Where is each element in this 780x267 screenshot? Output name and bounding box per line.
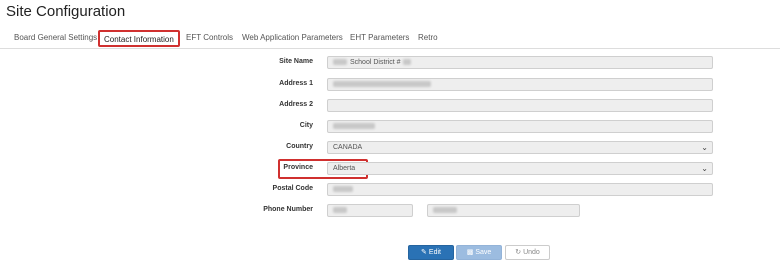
country-select[interactable]: CANADA ⌄ bbox=[327, 141, 713, 154]
tab-eht-parameters[interactable]: EHT Parameters bbox=[350, 33, 409, 42]
form-row-province: Province Alberta ⌄ bbox=[0, 162, 780, 176]
undo-icon: ↻ bbox=[515, 249, 522, 256]
form-row-city: City bbox=[0, 120, 780, 134]
country-value: CANADA bbox=[333, 144, 363, 151]
address-1-label: Address 1 bbox=[279, 80, 313, 87]
redacted-text bbox=[402, 59, 411, 66]
save-icon: ▩ bbox=[466, 249, 474, 256]
city-field[interactable] bbox=[327, 120, 713, 133]
undo-button[interactable]: ↻ Undo bbox=[505, 245, 550, 260]
redacted-text bbox=[333, 123, 375, 130]
phone-number-label: Phone Number bbox=[263, 206, 313, 213]
tab-bar: Board General Settings Contact Informati… bbox=[0, 30, 780, 49]
address-2-field[interactable] bbox=[327, 99, 713, 112]
tab-board-general-settings[interactable]: Board General Settings bbox=[14, 33, 97, 42]
address-2-label: Address 2 bbox=[279, 101, 313, 108]
postal-code-field[interactable] bbox=[327, 183, 713, 196]
save-button-label: Save bbox=[475, 249, 492, 256]
form-row-site-name: Site Name School District # bbox=[0, 56, 780, 70]
tab-eft-controls[interactable]: EFT Controls bbox=[186, 33, 233, 42]
redacted-text bbox=[333, 81, 431, 88]
tab-retro[interactable]: Retro bbox=[418, 33, 438, 42]
form-row-country: Country CANADA ⌄ bbox=[0, 141, 780, 155]
save-button[interactable]: ▩ Save bbox=[456, 245, 502, 260]
site-configuration-page: Site Configuration Board General Setting… bbox=[0, 0, 780, 267]
form-row-address-2: Address 2 bbox=[0, 99, 780, 113]
edit-icon: ✎ bbox=[421, 249, 427, 256]
edit-button-label: Edit bbox=[428, 249, 441, 256]
chevron-down-icon: ⌄ bbox=[701, 143, 708, 152]
redacted-text bbox=[333, 207, 347, 214]
city-label: City bbox=[299, 122, 313, 129]
chevron-down-icon: ⌄ bbox=[701, 164, 708, 173]
phone-area-code-field[interactable] bbox=[327, 204, 413, 217]
tab-contact-information[interactable]: Contact Information bbox=[98, 30, 180, 47]
phone-number-field[interactable] bbox=[427, 204, 580, 217]
form-row-phone-number: Phone Number bbox=[0, 204, 780, 218]
site-name-field[interactable]: School District # bbox=[327, 56, 713, 69]
form-row-postal-code: Postal Code bbox=[0, 183, 780, 197]
edit-button[interactable]: ✎ Edit bbox=[408, 245, 454, 260]
tab-web-application-parameters[interactable]: Web Application Parameters bbox=[242, 33, 343, 42]
province-select[interactable]: Alberta ⌄ bbox=[327, 162, 713, 175]
site-name-label: Site Name bbox=[279, 58, 313, 65]
page-title: Site Configuration bbox=[6, 3, 126, 20]
form-row-address-1: Address 1 bbox=[0, 78, 780, 92]
redacted-text bbox=[433, 207, 457, 214]
site-name-value: School District # bbox=[350, 59, 401, 66]
postal-code-label: Postal Code bbox=[272, 185, 313, 192]
redacted-text bbox=[333, 59, 347, 66]
undo-button-label: Undo bbox=[523, 249, 540, 256]
address-1-field[interactable] bbox=[327, 78, 713, 91]
redacted-text bbox=[333, 186, 353, 193]
country-label: Country bbox=[286, 143, 313, 150]
province-label: Province bbox=[283, 164, 313, 171]
province-value: Alberta bbox=[333, 165, 356, 172]
